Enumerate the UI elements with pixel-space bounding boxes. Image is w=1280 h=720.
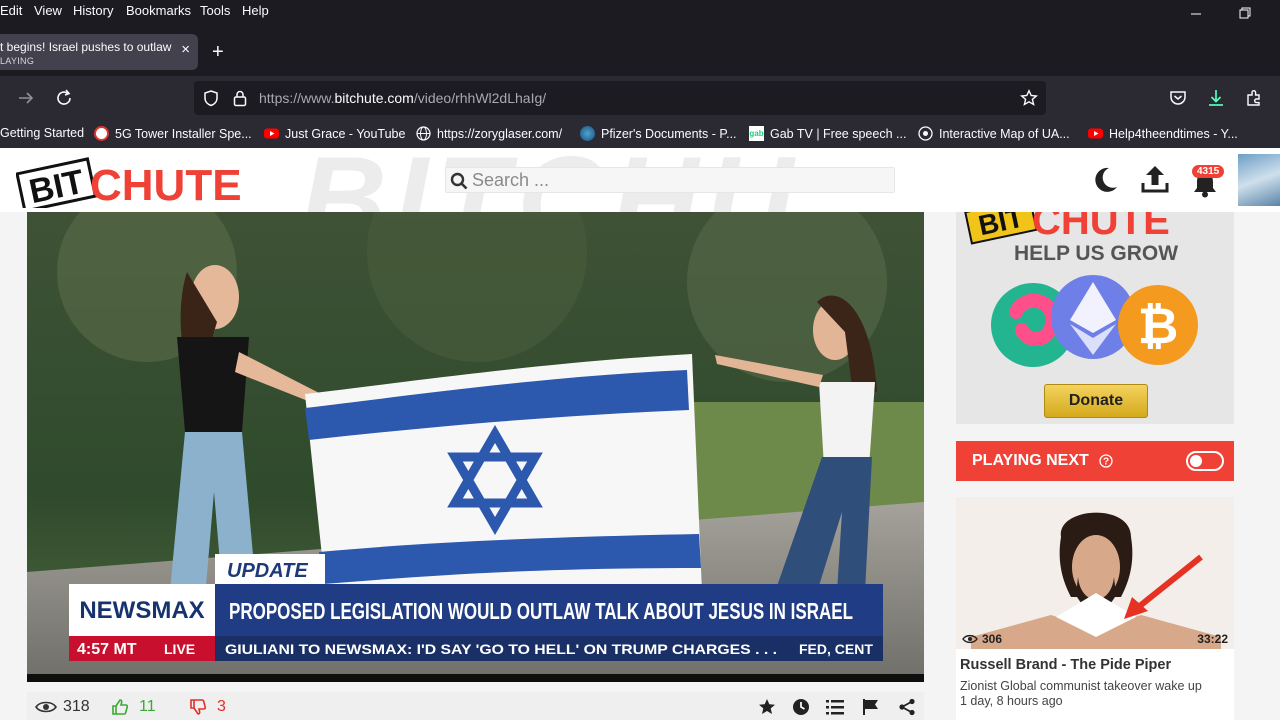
dark-mode-moon-icon[interactable] (1090, 165, 1120, 195)
url-bar[interactable]: https://www.bitchute.com/video/rhhWl2dLh… (194, 81, 1046, 115)
search-icon[interactable] (450, 172, 468, 190)
bitchute-logo[interactable]: BIT CHUTE (15, 156, 266, 212)
playing-next-label: PLAYING NEXT (972, 452, 1089, 469)
next-video-card[interactable]: 306 33:22 Russell Brand - The Pide Piper… (956, 497, 1234, 720)
thumbs-down-icon (190, 699, 207, 715)
pocket-icon[interactable] (1168, 88, 1188, 108)
broadcast-time-text: 4:57 MT (77, 641, 137, 658)
upload-icon[interactable] (1140, 163, 1170, 195)
donate-logo-bit-text: BIT (976, 212, 1027, 241)
new-tab-button[interactable]: + (212, 42, 224, 62)
logo-chute-text: CHUTE (90, 161, 242, 208)
bookmark-help4theendtimes[interactable]: Help4theendtimes - Y... (1088, 126, 1238, 141)
minimize-icon[interactable] (1190, 8, 1202, 18)
dislike-button[interactable]: 3 (189, 698, 226, 716)
gab-icon: gab (749, 126, 764, 141)
site-favicon-icon (918, 126, 933, 141)
search-input[interactable] (472, 170, 882, 190)
flag-report-icon[interactable] (862, 698, 880, 716)
site-favicon-icon (580, 126, 595, 141)
forward-icon[interactable] (16, 88, 36, 108)
tab-strip: t begins! Israel pushes to outlaw LAYING… (0, 24, 1280, 76)
restore-icon[interactable] (1238, 6, 1252, 20)
youtube-icon (1088, 126, 1103, 141)
site-search[interactable] (445, 167, 895, 193)
next-video-thumbnail[interactable]: 306 33:22 (956, 497, 1234, 649)
tab-playing-status: LAYING (0, 56, 35, 66)
next-video-description: Zionist Global communist takeover wake u… (960, 679, 1202, 693)
bookmark-just-grace[interactable]: Just Grace - YouTube (264, 126, 405, 141)
like-button[interactable]: 11 (111, 698, 156, 716)
video-player[interactable]: UPDATE NEWSMAX PROPOSED LEGISLATION WOUL… (27, 212, 924, 682)
view-count: 318 (35, 698, 90, 716)
autoplay-toggle[interactable] (1186, 451, 1224, 471)
favorite-star-icon[interactable] (758, 698, 776, 716)
menu-bookmarks[interactable]: Bookmarks (126, 3, 191, 18)
extensions-icon[interactable] (1244, 88, 1264, 108)
newsmax-logo-text: NEWSMAX (79, 597, 204, 624)
menu-bar: Edit View History Bookmarks Tools Help (0, 0, 1280, 24)
menu-view[interactable]: View (34, 3, 62, 18)
tab-close-icon[interactable]: × (181, 42, 190, 58)
toggle-knob (1190, 455, 1202, 467)
menu-edit[interactable]: Edit (0, 3, 22, 18)
video-stats-bar: 318 11 3 (27, 692, 924, 720)
next-video-views: 306 (962, 632, 1002, 646)
bookmark-getting-started[interactable]: Getting Started (0, 126, 84, 140)
youtube-icon (264, 126, 279, 141)
donate-card: BIT CHUTE HELP US GROW ₿ Donate (956, 212, 1234, 424)
svg-text:₿: ₿ (1138, 298, 1179, 354)
bookmark-5g-tower[interactable]: 5G Tower Installer Spe... (94, 126, 252, 141)
share-icon[interactable] (898, 698, 916, 716)
globe-icon (416, 126, 431, 141)
site-header: BITCHU BIT CHUTE 4315 (0, 148, 1280, 212)
next-video-duration: 33:22 (1197, 632, 1228, 646)
crypto-icons: ₿ (991, 275, 1198, 367)
update-tag-text: UPDATE (227, 560, 308, 582)
next-video-timestamp: 1 day, 8 hours ago (960, 694, 1063, 708)
watch-later-clock-icon[interactable] (792, 698, 810, 716)
bookmark-gab-tv[interactable]: gab Gab TV | Free speech ... (749, 126, 906, 141)
donate-button[interactable]: Donate (1044, 384, 1148, 418)
bookmark-pfizer-documents[interactable]: Pfizer's Documents - P... (580, 126, 737, 141)
page-content: BITCHU BIT CHUTE 4315 (0, 148, 1280, 720)
donate-logo-chute-text: CHUTE (1032, 212, 1170, 243)
live-label-text: LIVE (164, 641, 195, 657)
shield-icon[interactable] (202, 89, 220, 107)
ticker-text-secondary: FED, CENT (799, 641, 873, 657)
ticker-text: GIULIANI TO NEWSMAX: I'D SAY 'GO TO HELL… (225, 641, 777, 657)
thumbs-up-icon (112, 699, 129, 715)
reload-icon[interactable] (54, 88, 74, 108)
menu-tools[interactable]: Tools (200, 3, 230, 18)
notification-count-badge: 4315 (1192, 165, 1225, 178)
bookmark-zoryglaser[interactable]: https://zoryglaser.com/ (416, 126, 562, 141)
url-text[interactable]: https://www.bitchute.com/video/rhhWl2dLh… (259, 90, 546, 106)
help-question-icon[interactable]: ? (1099, 454, 1113, 468)
navigation-bar: https://www.bitchute.com/video/rhhWl2dLh… (0, 76, 1280, 120)
bookmarks-toolbar: Getting Started 5G Tower Installer Spe..… (0, 120, 1280, 148)
eye-icon (962, 634, 978, 644)
bookmark-interactive-map[interactable]: Interactive Map of UA... (918, 126, 1070, 141)
playing-next-bar: PLAYING NEXT ? (956, 441, 1234, 481)
tab-active[interactable]: t begins! Israel pushes to outlaw LAYING… (0, 34, 198, 70)
site-favicon-icon (94, 126, 109, 141)
lock-icon[interactable] (232, 89, 248, 107)
video-frame: UPDATE NEWSMAX PROPOSED LEGISLATION WOUL… (27, 212, 924, 682)
eye-icon (35, 701, 57, 713)
menu-help[interactable]: Help (242, 3, 269, 18)
help-us-grow-text: HELP US GROW (1014, 242, 1178, 265)
playlist-icon[interactable] (825, 698, 845, 716)
headline-text: PROPOSED LEGISLATION WOULD OUTLAW TALK A… (229, 598, 853, 624)
bookmark-star-icon[interactable] (1020, 89, 1038, 107)
user-avatar[interactable] (1238, 154, 1280, 206)
menu-history[interactable]: History (73, 3, 113, 18)
thumbnail-image (956, 497, 1234, 649)
downloads-icon[interactable] (1206, 88, 1226, 108)
tab-title: t begins! Israel pushes to outlaw (0, 40, 172, 54)
svg-text:?: ? (1103, 457, 1109, 468)
next-video-title[interactable]: Russell Brand - The Pide Piper (960, 657, 1171, 673)
